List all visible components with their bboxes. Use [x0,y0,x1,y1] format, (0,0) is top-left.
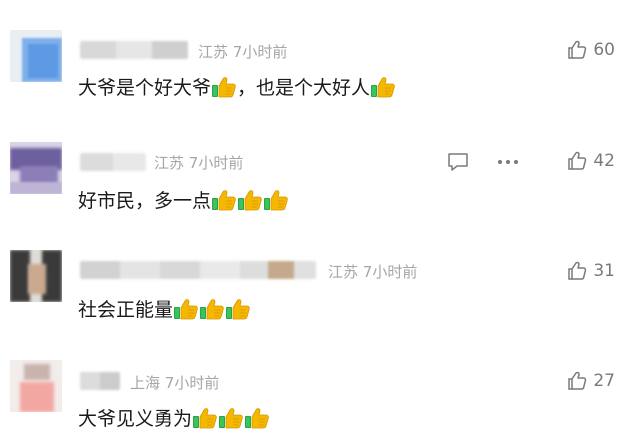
more-options-button[interactable] [496,151,520,173]
time-label: 7小时前 [164,374,220,392]
ellipsis-icon [498,160,518,164]
time-label: 7小时前 [362,263,418,281]
like-button[interactable]: 31 [567,261,615,281]
comment-text: 社会正能量 [78,297,251,323]
thumbs-up-emoji-icon [244,407,270,429]
like-button[interactable]: 27 [567,371,615,391]
location-label: 江苏 [154,154,185,172]
thumbs-up-emoji-icon [218,407,244,429]
thumbs-up-emoji-icon [211,76,237,98]
thumbs-up-outline-icon [567,40,587,60]
like-button[interactable]: 42 [567,151,615,171]
comment-meta: 江苏 7小时前 [154,154,243,172]
comment-meta: 江苏 7小时前 [198,43,287,61]
username-blurred[interactable] [80,261,316,279]
avatar[interactable] [10,360,62,412]
location-label: 上海 [130,374,161,392]
location-label: 江苏 [198,43,229,61]
thumbs-up-outline-icon [567,371,587,391]
like-count: 27 [593,371,615,391]
thumbs-up-emoji-icon [173,298,199,320]
comment-text: 好市民，多一点 [78,188,289,214]
like-count: 42 [593,151,615,171]
avatar[interactable] [10,142,62,194]
thumbs-up-outline-icon [567,151,587,171]
avatar[interactable] [10,30,62,82]
thumbs-up-emoji-icon [192,407,218,429]
like-count: 60 [593,40,615,60]
comment-meta: 上海 7小时前 [130,374,219,392]
username-blurred[interactable] [80,41,188,59]
thumbs-up-emoji-icon [237,189,263,211]
time-label: 7小时前 [188,154,244,172]
time-label: 7小时前 [232,43,288,61]
thumbs-up-emoji-icon [370,76,396,98]
reply-button[interactable] [446,151,470,173]
username-blurred[interactable] [80,153,146,171]
like-button[interactable]: 60 [567,40,615,60]
like-count: 31 [593,261,615,281]
comment-bubble-icon [448,153,468,171]
username-blurred[interactable] [80,372,120,390]
comment-meta: 江苏 7小时前 [328,263,417,281]
thumbs-up-emoji-icon [225,298,251,320]
comment-text: 大爷是个好大爷 ，也是个大好人 [78,75,396,101]
comment-text: 大爷见义勇为 [78,406,270,432]
thumbs-up-outline-icon [567,261,587,281]
thumbs-up-emoji-icon [211,189,237,211]
avatar[interactable] [10,250,62,302]
location-label: 江苏 [328,263,359,281]
thumbs-up-emoji-icon [199,298,225,320]
thumbs-up-emoji-icon [263,189,289,211]
